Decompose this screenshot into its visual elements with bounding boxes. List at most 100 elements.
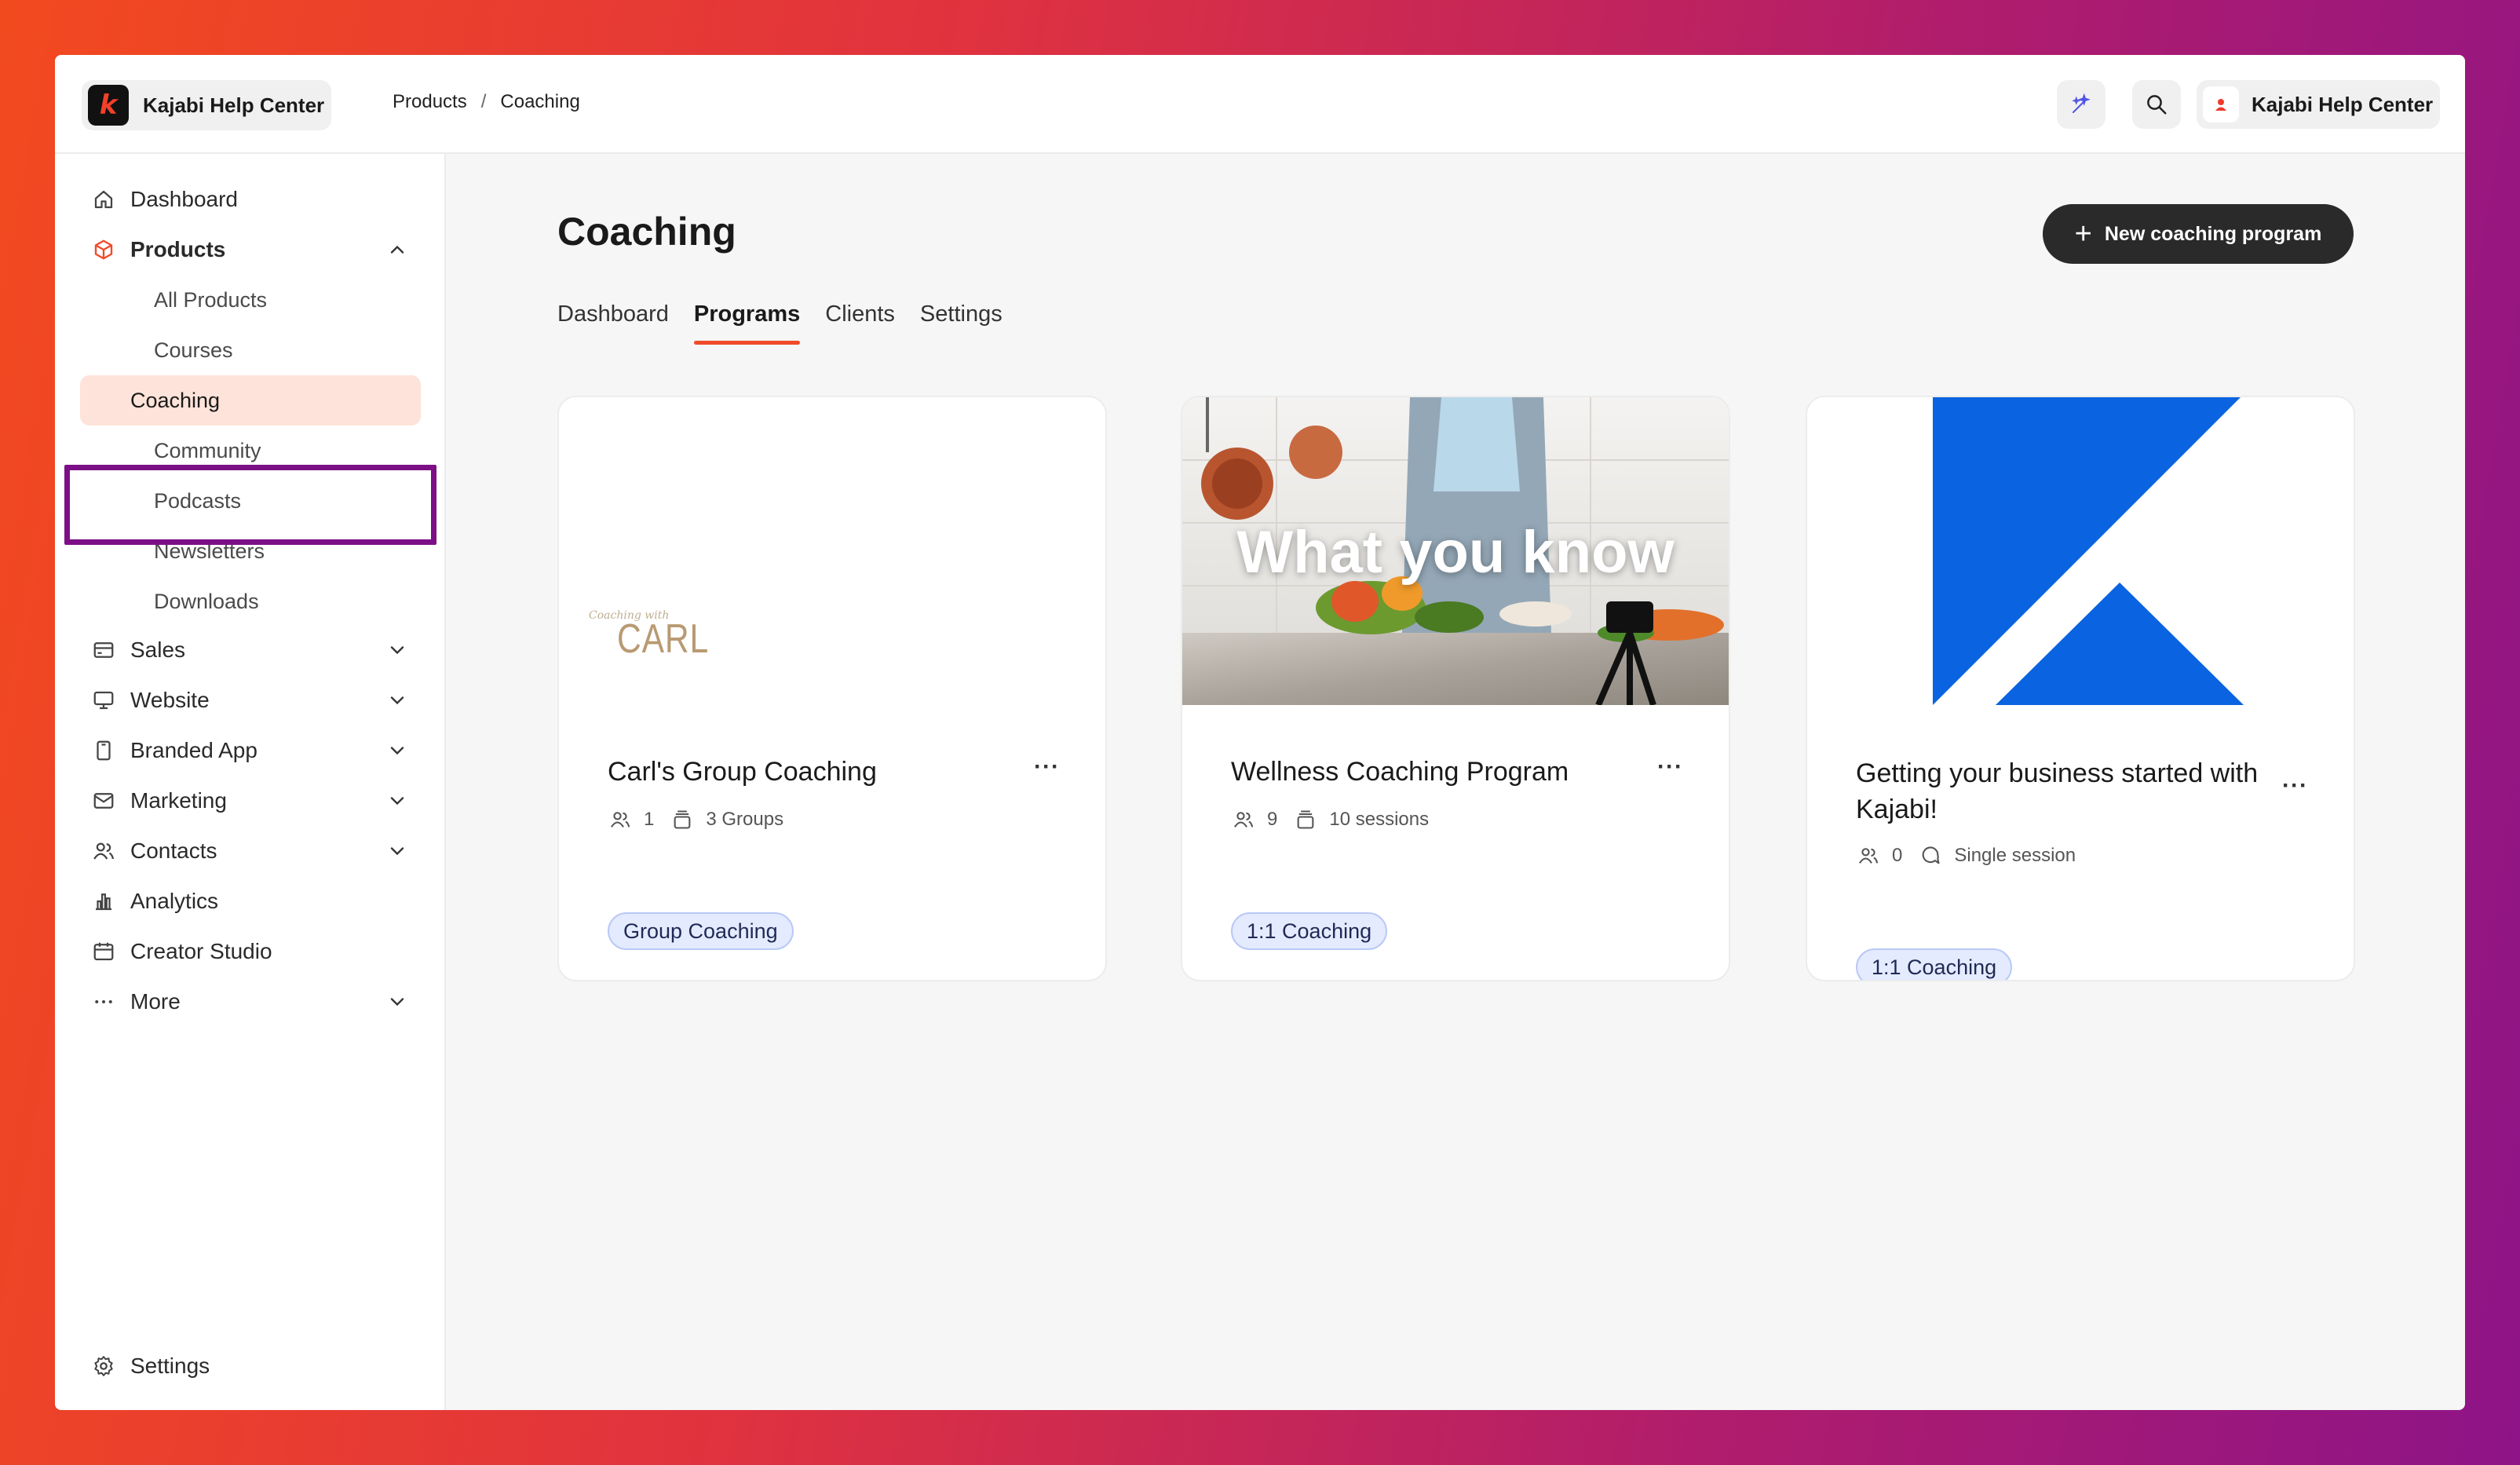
chevron-up-icon xyxy=(386,239,408,266)
chevron-down-icon xyxy=(386,689,408,717)
tab-clients[interactable]: Clients xyxy=(825,301,895,345)
program-menu-button[interactable]: ··· xyxy=(2282,773,2308,799)
breadcrumb-products[interactable]: Products xyxy=(393,91,467,113)
kajabi-brand-graphic xyxy=(1933,397,2244,705)
tab-settings[interactable]: Settings xyxy=(920,301,1003,345)
chevron-down-icon xyxy=(386,639,408,667)
page-title: Coaching xyxy=(557,210,736,254)
home-icon xyxy=(89,185,118,214)
stack-icon xyxy=(670,807,695,832)
dots-icon xyxy=(89,988,118,1016)
program-menu-button[interactable]: ··· xyxy=(1657,754,1683,780)
sidebar-item-label: Sales xyxy=(130,638,186,662)
tab-programs[interactable]: Programs xyxy=(693,301,801,345)
chevron-down-icon xyxy=(386,840,408,868)
site-name: Kajabi Help Center xyxy=(143,93,325,117)
monitor-icon xyxy=(89,686,118,714)
program-card[interactable]: Getting your business started with Kajab… xyxy=(1806,396,2355,981)
program-meta: 1 3 Groups xyxy=(608,807,783,832)
breadcrumb-separator: / xyxy=(480,91,487,112)
program-thumbnail xyxy=(1807,397,2354,705)
sidebar-item-label: Products xyxy=(130,237,226,261)
sidebar-item-label: More xyxy=(130,989,181,1014)
sidebar-subitem-downloads[interactable]: Downloads xyxy=(79,579,424,623)
chart-icon xyxy=(89,887,118,915)
sidebar-item-creator-studio[interactable]: Creator Studio xyxy=(79,930,424,974)
sidebar-item-analytics[interactable]: Analytics xyxy=(79,879,424,923)
sidebar-item-label: Creator Studio xyxy=(130,939,272,963)
sidebar-subitem-community[interactable]: Community xyxy=(79,429,424,473)
client-count: 0 xyxy=(1892,845,1903,866)
program-card[interactable]: Coaching with CARL Carl's Group Coaching… xyxy=(557,396,1107,981)
chat-bubble-icon xyxy=(1918,843,1943,868)
breadcrumb: Products / Coaching xyxy=(393,91,580,113)
program-title[interactable]: Getting your business started with Kajab… xyxy=(1856,755,2264,827)
top-bar: k Kajabi Help Center Products / Coaching… xyxy=(55,55,2465,154)
sidebar-subitem-podcasts[interactable]: Podcasts xyxy=(79,479,424,523)
program-title[interactable]: Wellness Coaching Program xyxy=(1231,754,1639,790)
people-icon xyxy=(1856,843,1881,868)
sidebar-item-label: Branded App xyxy=(130,738,257,762)
phone-icon xyxy=(89,736,118,765)
sidebar-item-more[interactable]: More xyxy=(79,980,424,1024)
sidebar-subitem-label: Community xyxy=(154,438,261,462)
sidebar-item-sales[interactable]: Sales xyxy=(79,628,424,672)
sidebar-subitem-label: Downloads xyxy=(154,589,259,613)
program-menu-button[interactable]: ··· xyxy=(1034,754,1060,780)
program-thumbnail: Coaching with CARL xyxy=(559,397,1105,705)
sidebar-subitem-label: Podcasts xyxy=(154,488,242,513)
mail-icon xyxy=(89,787,118,815)
gear-icon xyxy=(89,1352,118,1380)
sidebar-item-contacts[interactable]: Contacts xyxy=(79,829,424,873)
people-icon xyxy=(608,807,633,832)
client-count: 1 xyxy=(644,809,655,830)
breadcrumb-coaching: Coaching xyxy=(500,91,580,112)
sidebar-item-label: Contacts xyxy=(130,838,217,863)
new-coaching-program-button[interactable]: + New coaching program xyxy=(2043,204,2354,264)
box-icon xyxy=(89,236,118,264)
sidebar-item-label: Analytics xyxy=(130,889,219,913)
sidebar-item-website[interactable]: Website xyxy=(79,678,424,722)
sidebar-subitem-coaching[interactable]: Coaching xyxy=(80,375,421,426)
carl-logo-text: CARL xyxy=(617,616,710,662)
sidebar-item-products[interactable]: Products xyxy=(79,228,424,272)
program-title[interactable]: Carl's Group Coaching xyxy=(608,754,1016,790)
sidebar-subitem-label: All Products xyxy=(154,287,268,312)
sidebar-item-label: Settings xyxy=(130,1354,210,1378)
kajabi-logo-icon: k xyxy=(88,85,129,126)
client-count: 9 xyxy=(1267,809,1278,830)
card-icon xyxy=(89,636,118,664)
sidebar-subitem-label: Courses xyxy=(154,338,233,362)
tab-dashboard[interactable]: Dashboard xyxy=(557,301,669,345)
ai-assistant-button[interactable] xyxy=(2057,80,2105,129)
sidebar-item-branded-app[interactable]: Branded App xyxy=(79,729,424,773)
program-detail: Single session xyxy=(1954,845,2076,866)
sidebar-item-marketing[interactable]: Marketing xyxy=(79,779,424,823)
new-coaching-program-label: New coaching program xyxy=(2104,222,2322,245)
site-switcher[interactable]: k Kajabi Help Center xyxy=(82,80,331,130)
people-icon xyxy=(89,837,118,865)
sidebar-subitem-newsletters[interactable]: Newsletters xyxy=(79,529,424,573)
sidebar-item-settings[interactable]: Settings xyxy=(79,1344,424,1388)
program-card[interactable]: What you know Wellness Coaching Program … xyxy=(1181,396,1730,981)
calendar-icon xyxy=(89,937,118,966)
people-icon xyxy=(1231,807,1256,832)
program-type-badge: Group Coaching xyxy=(608,912,794,950)
sidebar-subitem-all-products[interactable]: All Products xyxy=(79,278,424,322)
sidebar-item-dashboard[interactable]: Dashboard xyxy=(79,177,424,221)
sidebar-item-label: Website xyxy=(130,688,210,712)
chevron-down-icon xyxy=(386,991,408,1018)
search-button[interactable] xyxy=(2132,80,2181,129)
program-meta: 0 Single session xyxy=(1856,843,2076,868)
program-detail: 10 sessions xyxy=(1329,809,1430,830)
sidebar-subitem-courses[interactable]: Courses xyxy=(79,328,424,372)
plus-icon: + xyxy=(2074,217,2092,250)
account-menu[interactable]: Kajabi Help Center xyxy=(2197,80,2440,129)
sidebar-subitem-label: Newsletters xyxy=(154,539,265,563)
program-type-badge: 1:1 Coaching xyxy=(1856,948,2013,980)
sparkle-icon xyxy=(2072,93,2091,113)
app-window: k Kajabi Help Center Products / Coaching… xyxy=(55,55,2465,1410)
stack-icon xyxy=(1293,807,1318,832)
sidebar: Dashboard Products All Products Courses … xyxy=(55,154,446,1410)
tab-bar: Dashboard Programs Clients Settings xyxy=(557,301,1003,345)
